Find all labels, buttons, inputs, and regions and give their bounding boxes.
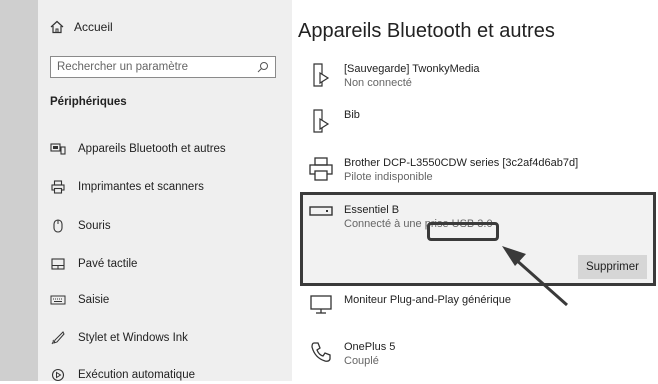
sidebar-item-mouse[interactable]: Souris	[50, 217, 111, 235]
phone-icon	[308, 340, 334, 364]
sidebar-item-label: Pavé tactile	[78, 258, 138, 270]
settings-sidebar: Accueil Périphériques Appareils Bluetoot…	[38, 0, 292, 384]
device-status: Couplé	[344, 355, 379, 367]
sidebar-item-printers[interactable]: Imprimantes et scanners	[50, 178, 204, 196]
touchpad-icon	[50, 258, 66, 270]
sidebar-item-label: Souris	[78, 220, 111, 232]
mouse-icon	[50, 219, 66, 233]
monitor-icon	[308, 293, 334, 315]
sidebar-item-pen[interactable]: Stylet et Windows Ink	[50, 329, 188, 347]
home-label: Accueil	[74, 20, 113, 34]
printer-icon	[50, 180, 66, 194]
sidebar-item-label: Stylet et Windows Ink	[78, 332, 188, 344]
sidebar-item-label: Appareils Bluetooth et autres	[78, 143, 226, 155]
device-item[interactable]: OnePlus 5 Couplé	[308, 340, 658, 368]
home-link[interactable]: Accueil	[50, 20, 113, 34]
bluetooth-devices-icon	[50, 142, 66, 156]
pen-icon	[50, 331, 66, 345]
annotation-arrow-icon	[502, 246, 568, 307]
sidebar-item-touchpad[interactable]: Pavé tactile	[50, 255, 137, 273]
search-icon[interactable]	[257, 61, 269, 73]
sidebar-item-typing[interactable]: Saisie	[50, 291, 109, 309]
keyboard-icon	[50, 295, 66, 305]
autoplay-icon	[50, 368, 66, 382]
sidebar-item-label: Exécution automatique	[78, 369, 195, 381]
search-input[interactable]	[57, 61, 257, 73]
search-box[interactable]	[50, 56, 276, 78]
home-icon	[50, 20, 64, 34]
sidebar-item-label: Imprimantes et scanners	[78, 181, 204, 193]
sidebar-item-autoplay[interactable]: Exécution automatique	[50, 366, 195, 384]
sidebar-item-bluetooth[interactable]: Appareils Bluetooth et autres	[50, 140, 226, 158]
section-title: Périphériques	[50, 96, 127, 108]
device-name: Moniteur Plug-and-Play générique	[344, 294, 511, 306]
outer-background	[0, 0, 38, 381]
device-name: OnePlus 5	[344, 341, 396, 353]
main-content: Appareils Bluetooth et autres [Sauvegard…	[292, 0, 658, 381]
device-item[interactable]: Moniteur Plug-and-Play générique	[308, 293, 658, 315]
sidebar-item-label: Saisie	[78, 294, 110, 306]
